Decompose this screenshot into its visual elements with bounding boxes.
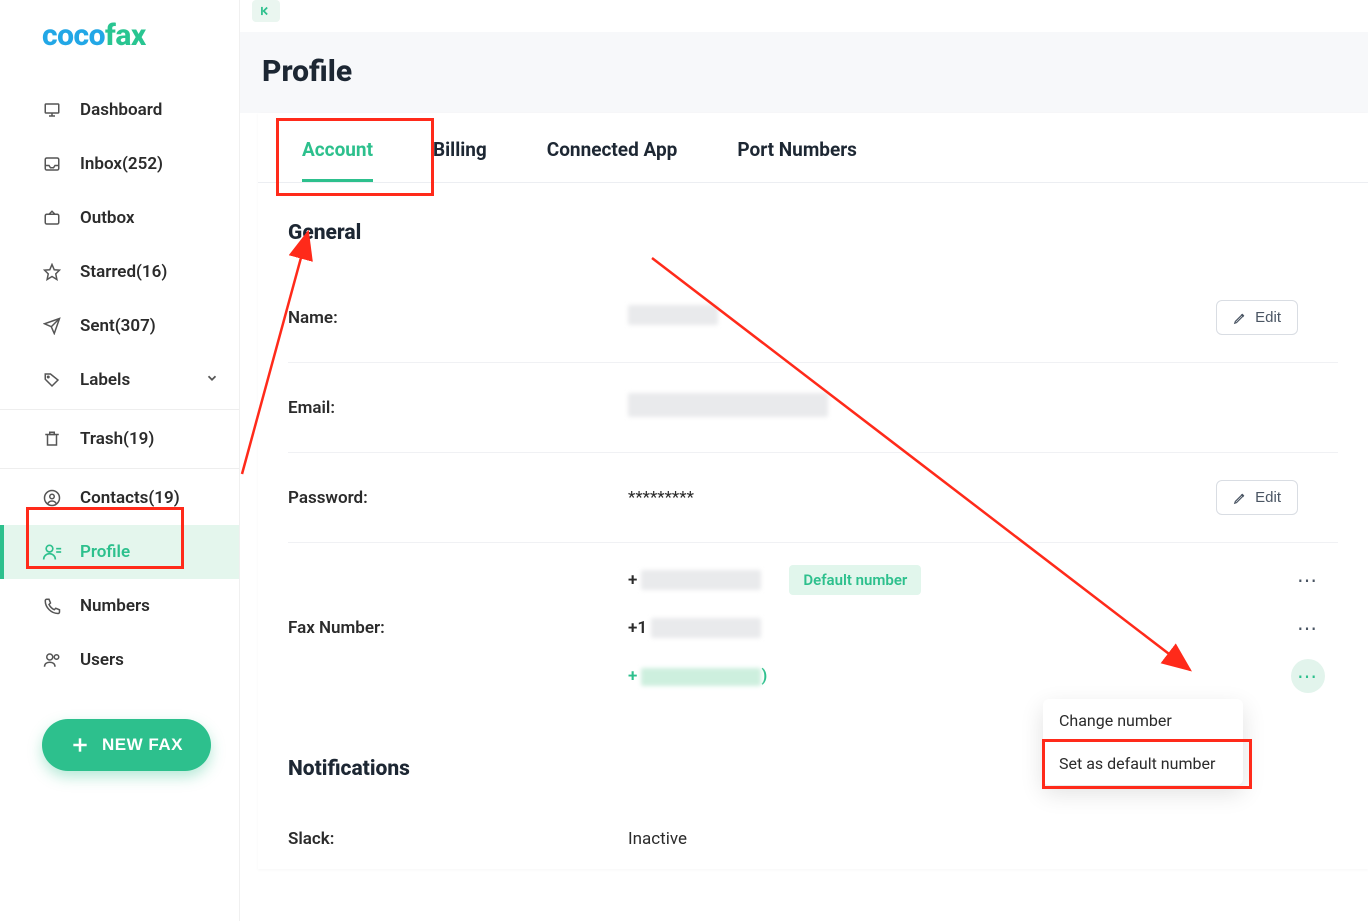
sidebar-item-label: Inbox(252): [80, 154, 163, 174]
row-slack: Slack: Inactive: [288, 809, 1338, 869]
plus-icon: [70, 735, 90, 755]
sidebar-item-numbers[interactable]: Numbers: [0, 579, 239, 633]
tab-connected-app[interactable]: Connected App: [547, 138, 678, 182]
tabs: Account Billing Connected App Port Numbe…: [258, 113, 1368, 183]
users-icon: [42, 650, 62, 670]
row-password: Password: ********* Edit: [288, 453, 1338, 543]
logo-coco: coco: [42, 18, 105, 53]
page-header: Profile: [240, 32, 1368, 113]
new-fax-button[interactable]: NEW FAX: [42, 719, 211, 771]
phone-icon: [42, 596, 62, 616]
sidebar-item-sent[interactable]: Sent(307): [0, 299, 239, 353]
monitor-icon: [42, 100, 62, 120]
sidebar-nav: Dashboard Inbox(252) Outbox Starred(16): [0, 83, 239, 687]
tab-billing[interactable]: Billing: [433, 138, 487, 182]
fax-more-dropdown: Change number Set as default number: [1043, 699, 1243, 785]
sidebar-item-label: Profile: [80, 542, 130, 562]
send-icon: [42, 316, 62, 336]
sidebar-item-starred[interactable]: Starred(16): [0, 245, 239, 299]
pencil-icon: [1233, 311, 1247, 325]
divider: [0, 409, 239, 410]
edit-label: Edit: [1255, 309, 1281, 326]
outbox-icon: [42, 208, 62, 228]
slack-label: Slack:: [288, 829, 628, 849]
sidebar-item-label: Outbox: [80, 208, 135, 228]
fax-number-item: +) ⋯: [628, 659, 1338, 693]
sidebar-item-profile[interactable]: Profile: [0, 525, 239, 579]
main: Profile Account Billing Connected App Po…: [240, 0, 1368, 921]
sidebar-item-contacts[interactable]: Contacts(19): [0, 471, 239, 525]
edit-password-button[interactable]: Edit: [1216, 480, 1298, 515]
fax-more-button[interactable]: ⋯: [1291, 611, 1325, 645]
row-name: Name: Edit: [288, 273, 1338, 363]
trash-icon: [42, 429, 62, 449]
fax-label: Fax Number:: [288, 618, 628, 638]
divider: [0, 468, 239, 469]
sidebar-collapse-button[interactable]: [252, 0, 280, 22]
tag-icon: [42, 370, 62, 390]
row-fax-number: Fax Number: + Default number ⋯ +1 ⋯: [288, 543, 1338, 713]
sidebar-item-label: Sent(307): [80, 316, 156, 336]
fax-number-value: +: [628, 570, 761, 591]
chevron-down-icon: [205, 370, 219, 390]
tab-port-numbers[interactable]: Port Numbers: [737, 138, 857, 182]
fax-more-button[interactable]: ⋯: [1291, 659, 1325, 693]
fax-number-list: + Default number ⋯ +1 ⋯ +) ⋯: [628, 543, 1338, 713]
inbox-icon: [42, 154, 62, 174]
sidebar-item-users[interactable]: Users: [0, 633, 239, 687]
row-email: Email:: [288, 363, 1338, 453]
chevron-left-bar-icon: [259, 4, 273, 18]
new-fax-label: NEW FAX: [102, 735, 183, 755]
sidebar-item-outbox[interactable]: Outbox: [0, 191, 239, 245]
star-icon: [42, 262, 62, 282]
profile-icon: [42, 542, 62, 562]
sidebar-item-label: Dashboard: [80, 100, 162, 120]
fax-number-item: + Default number ⋯: [628, 563, 1338, 597]
general-section: General Name: Edit Email:: [258, 183, 1368, 713]
dropdown-set-default[interactable]: Set as default number: [1043, 742, 1243, 785]
sidebar-item-label: Users: [80, 650, 124, 670]
name-value: [628, 305, 1216, 330]
sidebar-item-label: Starred(16): [80, 262, 167, 282]
edit-name-button[interactable]: Edit: [1216, 300, 1298, 335]
sidebar-item-inbox[interactable]: Inbox(252): [0, 137, 239, 191]
sidebar: cocofax Dashboard Inbox(252) Outbox: [0, 0, 240, 921]
sidebar-item-dashboard[interactable]: Dashboard: [0, 83, 239, 137]
default-number-badge: Default number: [789, 565, 921, 595]
name-label: Name:: [288, 308, 628, 328]
sidebar-item-label: Labels: [80, 370, 130, 390]
sidebar-item-label: Contacts(19): [80, 488, 180, 508]
logo: cocofax: [0, 14, 239, 83]
page-title: Profile: [262, 54, 1368, 89]
password-value: *********: [628, 488, 1216, 508]
sidebar-item-labels[interactable]: Labels: [0, 353, 239, 407]
user-circle-icon: [42, 488, 62, 508]
password-label: Password:: [288, 488, 628, 508]
edit-label: Edit: [1255, 489, 1281, 506]
sidebar-item-label: Numbers: [80, 596, 150, 616]
email-value: [628, 393, 1298, 422]
fax-number-item: +1 ⋯: [628, 611, 1338, 645]
tab-account[interactable]: Account: [302, 138, 373, 182]
dropdown-change-number[interactable]: Change number: [1043, 699, 1243, 742]
fax-number-value: +1: [628, 618, 761, 639]
slack-value: Inactive: [628, 829, 1338, 849]
logo-fax: fax: [105, 18, 146, 53]
sidebar-item-label: Trash(19): [80, 429, 154, 449]
sidebar-item-trash[interactable]: Trash(19): [0, 412, 239, 466]
fax-more-button[interactable]: ⋯: [1291, 563, 1325, 597]
email-label: Email:: [288, 398, 628, 418]
fax-number-value: +): [628, 666, 767, 686]
section-heading: General: [288, 207, 1338, 273]
pencil-icon: [1233, 491, 1247, 505]
